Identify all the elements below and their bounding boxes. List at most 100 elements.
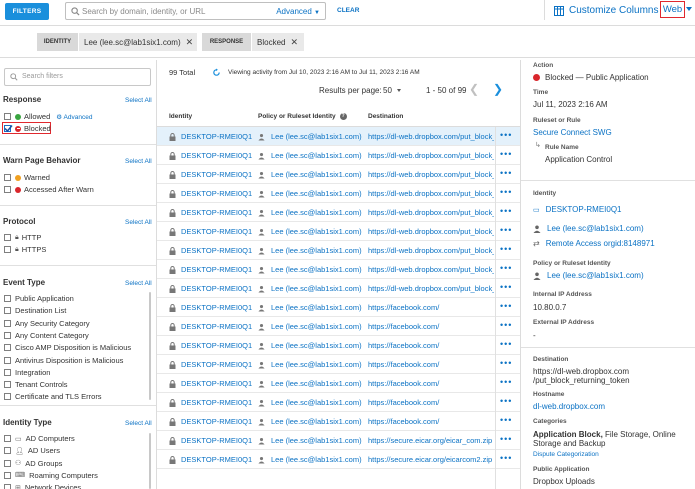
ruleset-link[interactable]: Secure Connect SWG [533, 128, 612, 137]
more-actions-icon[interactable]: ••• [500, 320, 512, 330]
clear-button[interactable]: CLEAR [337, 7, 359, 14]
policy-cell[interactable]: Lee (lee.sc@lab1six1.com) [258, 398, 362, 407]
response-advanced-link[interactable]: ⚙ Advanced [56, 113, 92, 121]
identity-cell[interactable]: DESKTOP-RMEI0Q1 [169, 227, 252, 236]
destination-cell[interactable]: https://dl-web.dropbox.com/put_block_ret… [368, 227, 494, 236]
identity-computer-link[interactable]: ▭ DESKTOP-RMEI0Q1 [533, 205, 622, 214]
checkbox[interactable] [4, 381, 11, 389]
dispute-categorization-link[interactable]: Dispute Categorization [533, 451, 599, 458]
customize-columns-button[interactable]: Customize Columns [554, 5, 658, 16]
more-actions-icon[interactable]: ••• [500, 187, 512, 197]
destination-cell[interactable]: https://facebook.com/ [368, 322, 494, 331]
checkbox[interactable] [4, 331, 11, 339]
checkbox[interactable] [4, 393, 11, 401]
policy-cell[interactable]: Lee (lee.sc@lab1six1.com) [258, 341, 362, 350]
destination-cell[interactable]: https://dl-web.dropbox.com/put_block_ret… [368, 170, 494, 179]
checkbox-checked[interactable] [4, 125, 13, 133]
response-option-blocked[interactable]: Blocked [4, 123, 51, 134]
more-actions-icon[interactable]: ••• [500, 263, 512, 273]
protocol-option-https[interactable]: 🔒︎ HTTPS [4, 244, 46, 255]
checkbox[interactable] [4, 344, 11, 352]
identity-type-option[interactable]: ⚇ AD Groups [4, 458, 62, 469]
more-actions-icon[interactable]: ••• [500, 225, 512, 235]
table-row[interactable]: DESKTOP-RMEI0Q1 Lee (lee.sc@lab1six1.com)… [157, 241, 520, 260]
table-row[interactable]: DESKTOP-RMEI0Q1 Lee (lee.sc@lab1six1.com)… [157, 127, 520, 146]
table-row[interactable]: DESKTOP-RMEI0Q1 Lee (lee.sc@lab1six1.com)… [157, 336, 520, 355]
destination-cell[interactable]: https://facebook.com/ [368, 398, 494, 407]
policy-cell[interactable]: Lee (lee.sc@lab1six1.com) [258, 360, 362, 369]
policy-cell[interactable]: Lee (lee.sc@lab1six1.com) [258, 455, 362, 464]
more-actions-icon[interactable]: ••• [500, 149, 512, 159]
destination-cell[interactable]: https://facebook.com/ [368, 303, 494, 312]
filter-search-input[interactable]: Search filters [4, 68, 151, 86]
more-actions-icon[interactable]: ••• [500, 396, 512, 406]
identity-cell[interactable]: DESKTOP-RMEI0Q1 [169, 417, 252, 426]
table-row[interactable]: DESKTOP-RMEI0Q1 Lee (lee.sc@lab1six1.com)… [157, 260, 520, 279]
identity-cell[interactable]: DESKTOP-RMEI0Q1 [169, 379, 252, 388]
policy-cell[interactable]: Lee (lee.sc@lab1six1.com) [258, 322, 362, 331]
policy-cell[interactable]: Lee (lee.sc@lab1six1.com) [258, 208, 362, 217]
scrollbar[interactable] [149, 292, 151, 400]
table-row[interactable]: DESKTOP-RMEI0Q1 Lee (lee.sc@lab1six1.com)… [157, 203, 520, 222]
destination-cell[interactable]: https://secure.eicar.org/eicarcom2.zip [368, 455, 494, 464]
policy-cell[interactable]: Lee (lee.sc@lab1six1.com) [258, 265, 362, 274]
identity-cell[interactable]: DESKTOP-RMEI0Q1 [169, 398, 252, 407]
destination-cell[interactable]: https://dl-web.dropbox.com/put_block_ret… [368, 151, 494, 160]
hostname-link[interactable]: dl-web.dropbox.com [533, 402, 605, 411]
identity-cell[interactable]: DESKTOP-RMEI0Q1 [169, 189, 252, 198]
identity-cell[interactable]: DESKTOP-RMEI0Q1 [169, 265, 252, 274]
table-row[interactable]: DESKTOP-RMEI0Q1 Lee (lee.sc@lab1six1.com)… [157, 393, 520, 412]
destination-cell[interactable]: https://secure.eicar.org/eicar_com.zip [368, 436, 494, 445]
more-actions-icon[interactable]: ••• [500, 453, 512, 463]
view-select[interactable]: Web [660, 1, 685, 18]
policy-identity-link[interactable]: Lee (lee.sc@lab1six1.com) [533, 271, 644, 280]
event-type-option[interactable]: Antivirus Disposition is Malicious [4, 355, 123, 366]
identity-cell[interactable]: DESKTOP-RMEI0Q1 [169, 341, 252, 350]
identity-cell[interactable]: DESKTOP-RMEI0Q1 [169, 151, 252, 160]
table-row[interactable]: DESKTOP-RMEI0Q1 Lee (lee.sc@lab1six1.com)… [157, 222, 520, 241]
identity-type-option[interactable]: ▭ AD Computers [4, 433, 75, 444]
event-type-option[interactable]: Certificate and TLS Errors [4, 391, 102, 402]
search-input[interactable]: Search by domain, identity, or URL Advan… [65, 2, 326, 20]
table-row[interactable]: DESKTOP-RMEI0Q1 Lee (lee.sc@lab1six1.com)… [157, 279, 520, 298]
table-row[interactable]: DESKTOP-RMEI0Q1 Lee (lee.sc@lab1six1.com)… [157, 184, 520, 203]
more-actions-icon[interactable]: ••• [500, 434, 512, 444]
policy-cell[interactable]: Lee (lee.sc@lab1six1.com) [258, 303, 362, 312]
destination-cell[interactable]: https://facebook.com/ [368, 360, 494, 369]
chevron-down-icon[interactable] [397, 89, 401, 92]
checkbox[interactable] [4, 113, 11, 120]
identity-cell[interactable]: DESKTOP-RMEI0Q1 [169, 360, 252, 369]
checkbox[interactable] [4, 356, 11, 364]
table-row[interactable]: DESKTOP-RMEI0Q1 Lee (lee.sc@lab1six1.com)… [157, 146, 520, 165]
protocol-select-all[interactable]: Select All [125, 219, 152, 226]
checkbox[interactable] [4, 368, 11, 376]
more-actions-icon[interactable]: ••• [500, 130, 512, 140]
checkbox[interactable] [4, 471, 11, 479]
identity-user-link[interactable]: Lee (lee.sc@lab1six1.com) [533, 224, 644, 233]
col-header-policy[interactable]: Policy or Ruleset Identity ? [258, 113, 347, 120]
identity-cell[interactable]: DESKTOP-RMEI0Q1 [169, 246, 252, 255]
identity-type-option[interactable]: 👤︎ AD Users [4, 445, 60, 456]
identity-type-option[interactable]: ⌨ Roaming Computers [4, 470, 98, 481]
destination-cell[interactable]: https://dl-web.dropbox.com/put_block_ret… [368, 189, 494, 198]
event-type-select-all[interactable]: Select All [125, 280, 152, 287]
destination-cell[interactable]: https://facebook.com/ [368, 341, 494, 350]
event-type-option[interactable]: Cisco AMP Disposition is Malicious [4, 342, 131, 353]
destination-cell[interactable]: https://dl-web.dropbox.com/put_block_ret… [368, 208, 494, 217]
checkbox[interactable] [4, 435, 11, 442]
event-type-option[interactable]: Destination List [4, 305, 66, 316]
checkbox[interactable] [4, 186, 11, 193]
event-type-option[interactable]: Integration [4, 367, 50, 378]
more-actions-icon[interactable]: ••• [500, 282, 512, 292]
checkbox[interactable] [4, 459, 11, 467]
identity-type-select-all[interactable]: Select All [125, 420, 152, 427]
info-icon[interactable]: ? [339, 113, 347, 120]
table-row[interactable]: DESKTOP-RMEI0Q1 Lee (lee.sc@lab1six1.com)… [157, 165, 520, 184]
next-page-icon[interactable]: ❯ [493, 82, 503, 96]
more-actions-icon[interactable]: ••• [500, 206, 512, 216]
scrollbar[interactable] [149, 433, 151, 489]
filters-button[interactable]: FILTERS [5, 3, 49, 20]
destination-cell[interactable]: https://dl-web.dropbox.com/put_block_ret… [368, 265, 494, 274]
more-actions-icon[interactable]: ••• [500, 415, 512, 425]
more-actions-icon[interactable]: ••• [500, 358, 512, 368]
